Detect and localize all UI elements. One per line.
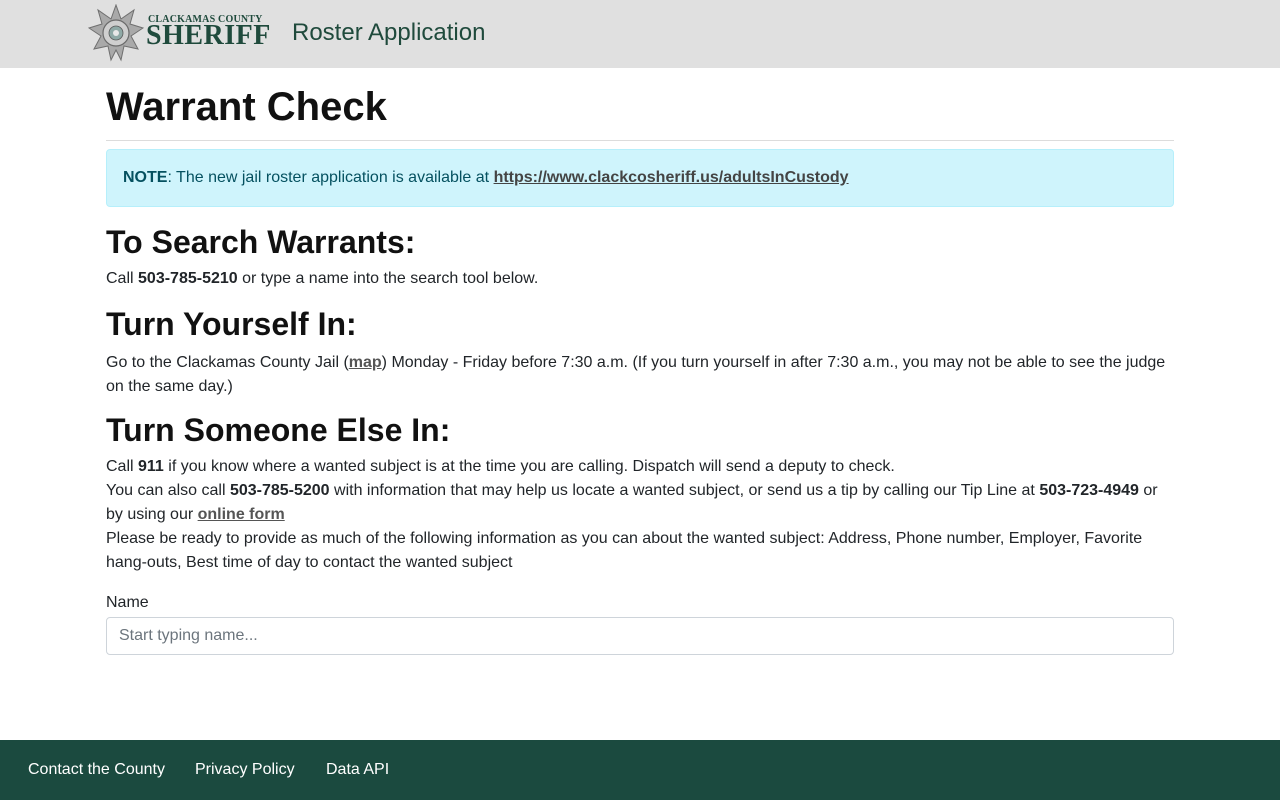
jail-text-before: Go to the Clackamas County Jail ( <box>106 354 349 371</box>
name-search-input[interactable] <box>106 617 1174 655</box>
search-call-text: Call <box>106 270 139 287</box>
name-label: Name <box>106 594 149 611</box>
data-api-link[interactable]: Data API <box>326 760 389 780</box>
search-warrants-heading: To Search Warrants: <box>106 224 416 260</box>
turn-yourself-in-section: Turn Yourself In: Go to the Clackamas Co… <box>106 305 1174 399</box>
note-text: NOTE: The new jail roster application is… <box>123 169 849 187</box>
turn-yourself-in-heading: Turn Yourself In: <box>106 306 357 342</box>
online-form-link[interactable]: online form <box>198 506 285 523</box>
app-title-link[interactable]: Roster Application <box>292 18 485 48</box>
note-alert: NOTE: The new jail roster application is… <box>106 149 1174 207</box>
tip-text-b: with information that may help us locate… <box>329 482 1040 499</box>
jail-map-link[interactable]: map <box>349 354 382 371</box>
search-warrants-text: Call 503-785-5210 or type a name into th… <box>106 267 1174 291</box>
contact-county-link[interactable]: Contact the County <box>28 760 165 780</box>
title-divider <box>106 140 1174 141</box>
sheriff-star-badge-icon <box>88 4 144 62</box>
privacy-policy-link[interactable]: Privacy Policy <box>195 760 295 780</box>
call-911-rest: if you know where a wanted subject is at… <box>163 458 895 475</box>
tip-line-text: You can also call 503-785-5200 with info… <box>106 479 1174 527</box>
footer-bar: Contact the County Privacy Policy Data A… <box>0 740 1280 800</box>
call-911-text: Call 911 if you know where a wanted subj… <box>106 455 1174 479</box>
warrants-phone: 503-785-5210 <box>138 270 238 287</box>
turn-yourself-in-text: Go to the Clackamas County Jail (map) Mo… <box>106 351 1174 399</box>
turn-someone-in-section: Turn Someone Else In: Call 911 if you kn… <box>106 411 1174 575</box>
note-label: NOTE <box>123 169 168 186</box>
search-rest-text: or type a name into the search tool belo… <box>237 270 539 287</box>
turn-someone-in-heading: Turn Someone Else In: <box>106 412 451 448</box>
main-content: Warrant Check NOTE: The new jail roster … <box>106 68 1174 655</box>
info-request-text: Please be ready to provide as much of th… <box>106 530 1143 571</box>
call-911-prefix: Call <box>106 458 139 475</box>
name-search-form: Name <box>106 591 1174 655</box>
new-roster-link[interactable]: https://www.clackcosheriff.us/adultsInCu… <box>494 169 849 186</box>
tip-text-a: You can also call <box>106 482 230 499</box>
sheriff-logo[interactable]: CLACKAMAS COUNTY SHERIFF <box>88 4 272 64</box>
search-warrants-section: To Search Warrants: Call 503-785-5210 or… <box>106 223 1174 291</box>
note-body: : The new jail roster application is ava… <box>167 169 494 186</box>
info-phone: 503-785-5200 <box>229 482 330 499</box>
page-title: Warrant Check <box>106 85 387 129</box>
header-bar: CLACKAMAS COUNTY SHERIFF Roster Applicat… <box>0 0 1280 68</box>
logo-sheriff-text: SHERIFF <box>146 20 271 51</box>
emergency-number: 911 <box>138 458 164 475</box>
tip-line-phone: 503-723-4949 <box>1039 482 1139 499</box>
